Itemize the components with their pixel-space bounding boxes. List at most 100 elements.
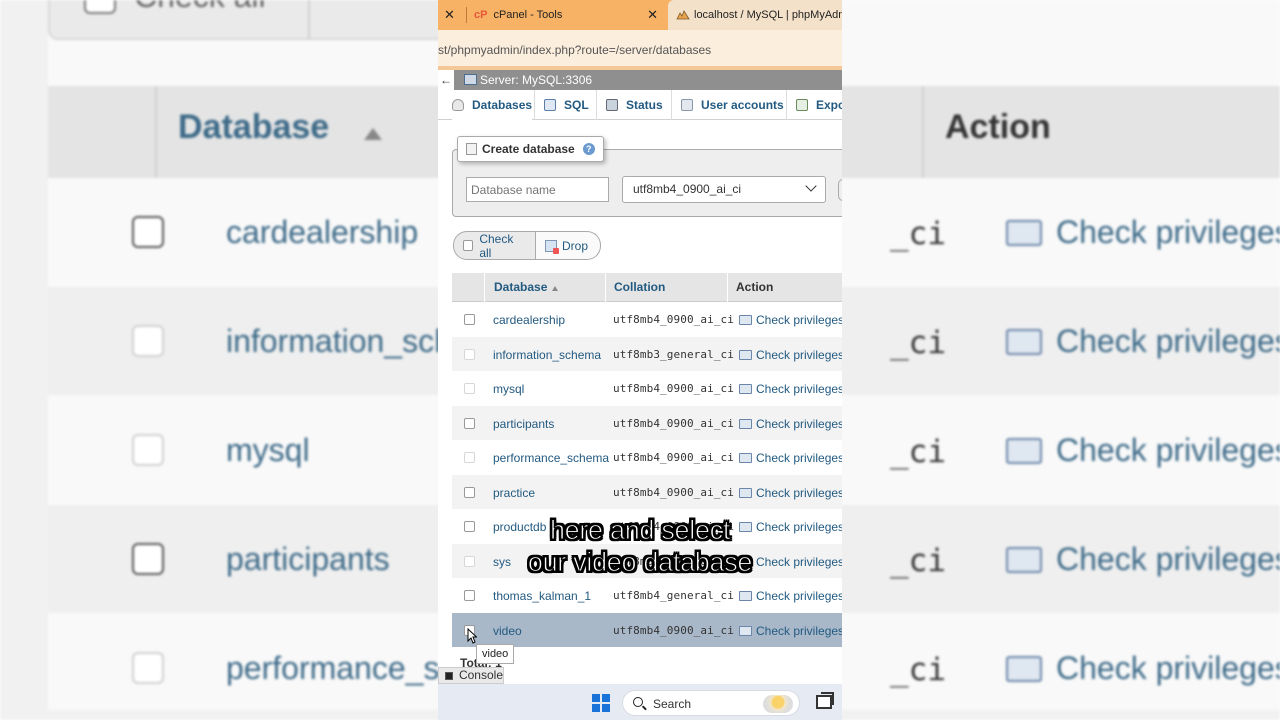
nav-separator	[596, 90, 597, 120]
console-toggle[interactable]: Console	[438, 667, 504, 684]
table-row[interactable]: participants utf8mb4_0900_ai_ci Check pr…	[452, 405, 842, 440]
browser-window: ✕ cP cPanel - Tools ✕ localhost / MySQL …	[438, 0, 842, 720]
phpmyadmin-icon	[676, 10, 690, 20]
check-privileges-link[interactable]: Check privileges	[756, 624, 842, 638]
tab-export[interactable]: Expo	[796, 90, 842, 120]
tooltip: video	[476, 644, 514, 664]
table-row-highlighted[interactable]: video utf8mb4_0900_ai_ci Check privilege…	[452, 612, 842, 647]
tab-databases[interactable]: Databases	[452, 90, 533, 120]
bg-top-button-separator	[308, 0, 310, 40]
create-button[interactable]	[838, 179, 842, 201]
table-row[interactable]: performance_schema utf8mb4_0900_ai_ci Ch…	[452, 440, 842, 475]
drop-button[interactable]: Drop	[536, 231, 601, 260]
privileges-icon	[739, 625, 752, 636]
bulk-actions: Check all Drop	[453, 231, 601, 260]
address-bar[interactable]: st/phpmyadmin/index.php?route=/server/da…	[438, 30, 842, 70]
users-icon	[681, 99, 693, 111]
nav-separator	[534, 90, 535, 120]
status-icon	[606, 99, 618, 111]
tab-cpanel[interactable]: cP cPanel - Tools ✕	[474, 0, 666, 30]
database-icon	[452, 99, 464, 111]
table-row[interactable]: cardealership utf8mb4_0900_ai_ci Check p…	[452, 302, 842, 337]
bg-checkbox	[132, 216, 164, 248]
check-privileges-link[interactable]: Check privileges	[756, 486, 842, 500]
task-view-icon[interactable]	[816, 692, 834, 709]
privileges-icon	[739, 315, 752, 325]
row-checkbox[interactable]	[464, 590, 475, 601]
bg-collation: _ci	[890, 652, 946, 688]
check-privileges-link[interactable]: Check privileges	[756, 589, 842, 603]
new-database-icon	[466, 143, 477, 155]
tab-status[interactable]: Status	[606, 90, 663, 120]
header-separator	[605, 273, 606, 302]
bg-privileges-link: Check privileges	[1056, 214, 1280, 250]
collation-select[interactable]: utf8mb4_0900_ai_ci	[622, 176, 826, 203]
privileges-icon	[739, 591, 752, 601]
row-checkbox[interactable]	[464, 417, 475, 429]
database-link[interactable]: mysql	[493, 382, 524, 396]
url-text[interactable]: st/phpmyadmin/index.php?route=/server/da…	[438, 43, 711, 57]
header-action: Action	[736, 280, 774, 294]
check-privileges-link[interactable]: Check privileges	[756, 382, 842, 396]
tab-phpmyadmin[interactable]: localhost / MySQL | phpMyAdmin	[668, 0, 842, 30]
database-link[interactable]: participants	[493, 417, 554, 431]
sql-icon	[544, 99, 556, 111]
tab-separator	[466, 7, 467, 23]
database-link[interactable]: video	[493, 624, 522, 638]
databases-content: Create database ? utf8mb4_0900_ai_ci Che…	[438, 121, 842, 670]
tab-sql[interactable]: SQL	[544, 90, 589, 120]
database-link[interactable]: practice	[493, 486, 535, 500]
collation-value: utf8mb4_0900_ai_ci	[613, 485, 735, 499]
legend-label: Create database	[482, 142, 575, 156]
bg-collation: _ci	[890, 325, 946, 361]
table-row[interactable]: mysql utf8mb4_0900_ai_ci Check privilege…	[452, 371, 842, 406]
server-label[interactable]: Server: MySQL:3306	[480, 73, 592, 87]
header-separator	[727, 273, 728, 302]
bg-privileges-icon	[1006, 438, 1042, 464]
tab-user-accounts[interactable]: User accounts	[681, 90, 784, 120]
bg-db-name: performance_sch	[226, 650, 474, 686]
check-all-checkbox[interactable]	[463, 240, 474, 251]
windows-start-icon[interactable]	[592, 694, 610, 712]
header-collation[interactable]: Collation	[614, 273, 665, 302]
table-row[interactable]: thomas_kalman_1 utf8mb4_general_ci Check…	[452, 578, 842, 613]
main-menu: Databases SQL Status User accounts Expo	[438, 90, 842, 120]
nav-separator	[671, 90, 672, 120]
check-privileges-link[interactable]: Check privileges	[756, 348, 842, 362]
bg-db-name: cardealership	[226, 214, 419, 250]
bg-privileges-icon	[1006, 220, 1042, 246]
header-database[interactable]: Database	[494, 273, 547, 302]
bg-collation: _ci	[890, 434, 946, 470]
check-privileges-link[interactable]: Check privileges	[756, 451, 842, 465]
database-link[interactable]: thomas_kalman_1	[493, 589, 591, 603]
taskbar-search[interactable]: Search	[622, 690, 800, 716]
server-icon	[464, 74, 477, 85]
bg-check-all-checkbox	[84, 0, 116, 14]
tab-label: Databases	[472, 98, 533, 112]
database-name-input[interactable]	[466, 177, 609, 202]
close-icon[interactable]: ✕	[647, 7, 658, 23]
bg-header-database: Database	[178, 108, 330, 146]
tab-label: cPanel - Tools	[493, 9, 563, 21]
bg-header-separator	[922, 86, 924, 178]
database-link[interactable]: cardealership	[493, 313, 565, 327]
bg-sort-asc-icon	[364, 128, 382, 140]
privileges-icon	[739, 349, 752, 360]
check-all-button[interactable]: Check all	[453, 231, 536, 260]
row-checkbox[interactable]	[464, 486, 475, 498]
bg-privileges-icon	[1006, 329, 1042, 355]
close-icon[interactable]: ✕	[444, 7, 455, 23]
help-icon[interactable]: ?	[582, 143, 595, 155]
bg-privileges-link: Check privileges	[1056, 650, 1280, 686]
back-arrow-icon[interactable]: ←	[438, 70, 454, 90]
database-link[interactable]: information_schema	[493, 348, 601, 362]
table-row[interactable]: practice utf8mb4_0900_ai_ci Check privil…	[452, 474, 842, 509]
table-row[interactable]: information_schema utf8mb3_general_ci Ch…	[452, 336, 842, 371]
bg-checkbox	[132, 325, 164, 357]
check-privileges-link[interactable]: Check privileges	[756, 313, 842, 327]
row-checkbox[interactable]	[464, 314, 475, 325]
collation-value: utf8mb4_0900_ai_ci	[613, 451, 735, 464]
database-link[interactable]: performance_schema	[493, 451, 609, 465]
check-privileges-link[interactable]: Check privileges	[756, 417, 842, 431]
console-icon	[445, 671, 453, 680]
